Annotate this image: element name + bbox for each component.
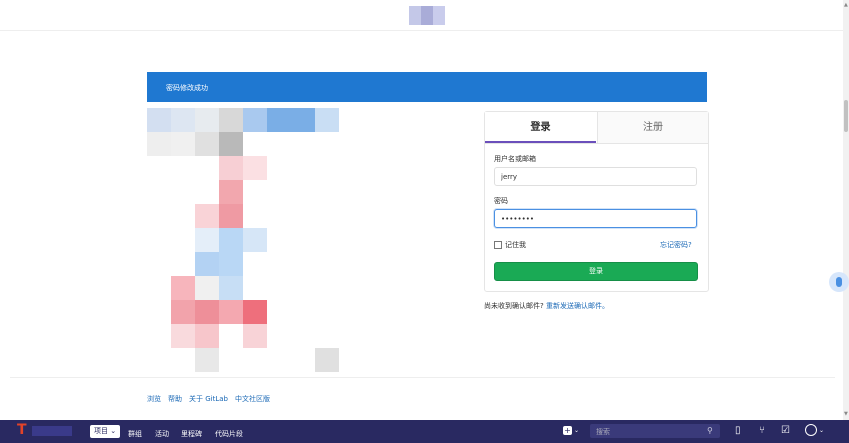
flash-alert: 密码修改成功 <box>147 72 707 102</box>
brand-logo-icon[interactable]: T <box>17 422 27 438</box>
tab-register[interactable]: 注册 <box>597 112 708 143</box>
username-input[interactable] <box>494 167 697 186</box>
scrollbar-thumb[interactable] <box>844 100 848 132</box>
footer-links: 浏览 帮助 关于 GitLab 中文社区版 <box>147 394 270 404</box>
brand-name[interactable] <box>32 426 72 436</box>
scroll-up-icon[interactable]: ▲ <box>844 2 848 8</box>
nav-projects-label: 项目 <box>94 427 108 435</box>
tab-login[interactable]: 登录 <box>485 112 596 143</box>
nav-item-snippets[interactable]: 代码片段 <box>215 429 243 439</box>
footer-link-explore[interactable]: 浏览 <box>147 394 161 404</box>
scroll-down-icon[interactable]: ▼ <box>844 411 848 417</box>
search-input[interactable]: 搜索 ⚲ <box>590 424 720 438</box>
nav-item-groups[interactable]: 群组 <box>128 429 142 439</box>
nav-item-activity[interactable]: 活动 <box>155 429 169 439</box>
password-input[interactable] <box>494 209 697 228</box>
assistant-icon <box>836 277 842 287</box>
chevron-down-icon: ⌄ <box>110 427 117 435</box>
merge-request-icon[interactable]: ⑂ <box>759 425 765 436</box>
login-submit-button[interactable]: 登录 <box>494 262 698 281</box>
floating-assistant-button[interactable] <box>829 272 849 292</box>
auth-tabs: 登录 注册 <box>485 112 708 144</box>
footer-link-help[interactable]: 帮助 <box>168 394 182 404</box>
nav-item-milestones[interactable]: 里程碑 <box>181 429 202 439</box>
user-avatar-icon[interactable] <box>805 424 817 436</box>
login-panel: 登录 注册 用户名或邮箱 密码 记住我 忘记密码? 登录 <box>484 111 709 292</box>
username-label: 用户名或邮箱 <box>494 155 536 163</box>
search-placeholder: 搜索 <box>596 428 610 436</box>
search-icon: ⚲ <box>707 426 713 435</box>
confirmation-notice: 尚未收到确认邮件? 重新发送确认邮件。 <box>484 301 609 311</box>
forgot-password-link[interactable]: 忘记密码? <box>660 240 692 250</box>
footer-link-about[interactable]: 关于 GitLab <box>189 394 228 404</box>
page-scrollbar[interactable] <box>843 0 849 420</box>
resend-confirmation-link[interactable]: 重新发送确认邮件。 <box>546 302 609 310</box>
chevron-down-icon[interactable]: ⌄ <box>819 427 824 434</box>
footer-divider <box>10 377 835 378</box>
footer-link-community[interactable]: 中文社区版 <box>235 394 270 404</box>
brand-logo <box>409 6 445 25</box>
remember-me[interactable]: 记住我 <box>494 240 526 250</box>
bottom-navbar: T 项目 ⌄ 群组 活动 里程碑 代码片段 + ⌄ 搜索 ⚲ ▯ ⑂ ☑ ⌄ <box>0 420 849 443</box>
password-label: 密码 <box>494 197 508 205</box>
remember-checkbox[interactable] <box>494 241 502 249</box>
top-header <box>0 0 849 31</box>
todo-icon[interactable]: ☑ <box>781 425 790 436</box>
nav-projects-dropdown[interactable]: 项目 ⌄ <box>90 425 121 438</box>
alert-message: 密码修改成功 <box>166 84 208 92</box>
issues-icon[interactable]: ▯ <box>735 425 741 436</box>
plus-square-icon[interactable]: + <box>563 426 572 435</box>
confirmation-text: 尚未收到确认邮件? <box>484 302 544 310</box>
remember-label: 记住我 <box>505 241 526 249</box>
chevron-down-icon[interactable]: ⌄ <box>574 427 579 434</box>
